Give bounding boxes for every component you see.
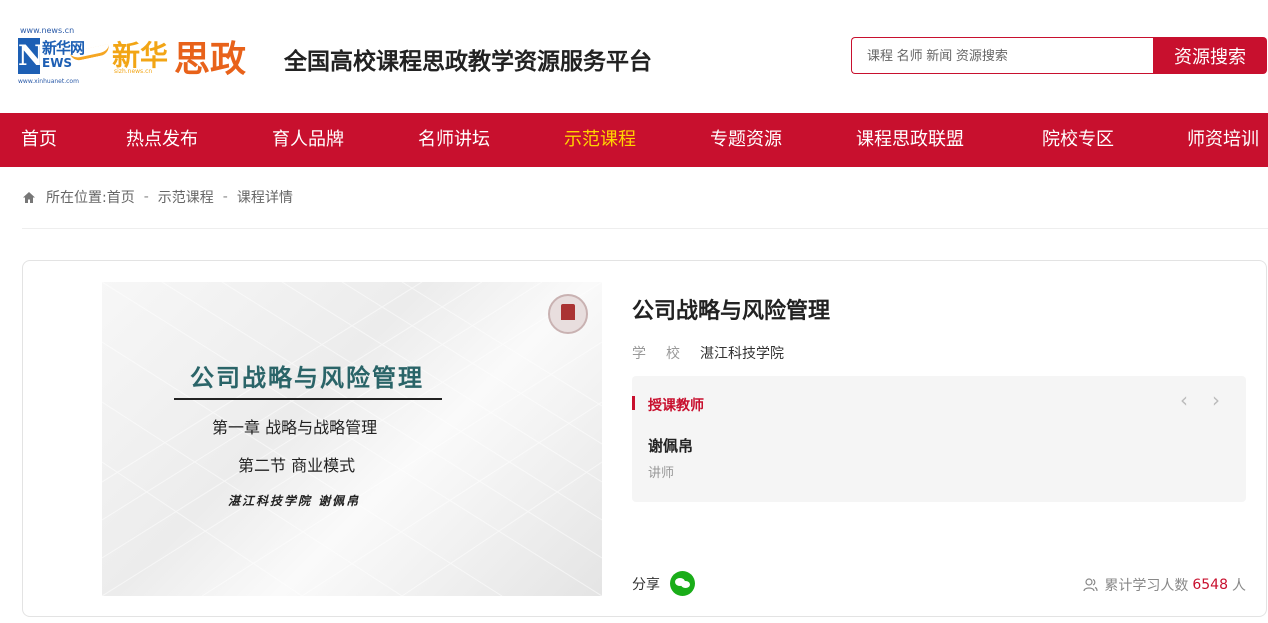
main-nav: 首页 热点发布 育人品牌 名师讲坛 示范课程 专题资源 课程思政联盟 院校专区 … — [0, 113, 1268, 167]
cover-section: 第二节 商业模式 — [238, 456, 356, 475]
logo-url-top: www.news.cn — [20, 26, 75, 35]
school-value: 湛江科技学院 — [700, 346, 784, 362]
search-bar: 资源搜索 — [851, 37, 1267, 74]
nav-item-alliance[interactable]: 课程思政联盟 — [856, 113, 964, 167]
breadcrumb: 所在位置: 首页 - 示范课程 - 课程详情 — [22, 187, 293, 207]
search-button[interactable]: 资源搜索 — [1153, 37, 1267, 74]
nav-item-college-zone[interactable]: 院校专区 — [1042, 113, 1114, 167]
logo-small-url: sizh.news.cn — [114, 68, 153, 75]
breadcrumb-course-detail: 课程详情 — [236, 190, 293, 206]
logo-n-letter: N — [18, 38, 44, 74]
learner-count: 累计学习人数 6548 人 — [1083, 575, 1246, 595]
wechat-icon[interactable] — [670, 571, 695, 596]
cover-chapter: 第一章 战略与战略管理 — [212, 418, 378, 437]
logo-sizheng-text: 思政 — [174, 38, 247, 80]
learner-number: 6548 — [1192, 577, 1228, 593]
site-header: www.news.cn N 新华网 EWS www.xinhuanet.com … — [0, 0, 1268, 113]
cover-rule — [174, 398, 442, 400]
teacher-role: 讲师 — [648, 466, 675, 481]
nav-item-famous-teachers[interactable]: 名师讲坛 — [418, 113, 490, 167]
learner-label: 累计学习人数 — [1104, 578, 1189, 594]
home-icon — [22, 191, 36, 204]
site-title: 全国高校课程思政教学资源服务平台 — [284, 49, 652, 75]
learner-unit: 人 — [1232, 578, 1246, 594]
share-label: 分享 — [632, 576, 660, 593]
university-seal — [548, 294, 588, 334]
divider — [22, 228, 1268, 229]
course-cover-image[interactable]: 公司战略与风险管理 第一章 战略与战略管理 第二节 商业模式 湛江科技学院 谢佩… — [102, 282, 602, 596]
nav-item-teacher-training[interactable]: 师资培训 — [1187, 113, 1259, 167]
user-icon — [1083, 578, 1098, 592]
breadcrumb-separator: - — [143, 189, 149, 205]
nav-item-model-courses[interactable]: 示范课程 — [564, 113, 636, 167]
chevron-left-icon[interactable]: ‹ — [1180, 390, 1188, 410]
cover-author: 湛江科技学院 谢佩帛 — [228, 494, 361, 508]
nav-item-education-brand[interactable]: 育人品牌 — [272, 113, 344, 167]
logo-url-bottom: www.xinhuanet.com — [18, 78, 79, 85]
teacher-name[interactable]: 谢佩帛 — [648, 435, 693, 456]
breadcrumb-model-courses[interactable]: 示范课程 — [158, 187, 214, 207]
school-label: 学校 — [632, 346, 700, 362]
breadcrumb-separator: - — [222, 189, 228, 205]
search-input[interactable] — [851, 37, 1153, 74]
chevron-right-icon[interactable]: › — [1212, 390, 1220, 410]
teacher-panel: 授课教师 ‹ › 谢佩帛 讲师 — [632, 376, 1246, 502]
breadcrumb-home[interactable]: 首页 — [107, 187, 135, 207]
cover-pattern — [102, 282, 602, 596]
nav-item-topic-resources[interactable]: 专题资源 — [710, 113, 782, 167]
course-title: 公司战略与风险管理 — [632, 299, 831, 324]
share-row: 分享 — [632, 571, 695, 596]
breadcrumb-prefix: 所在位置: — [46, 190, 107, 206]
school-row: 学校湛江科技学院 — [632, 343, 784, 363]
teacher-heading: 授课教师 — [648, 398, 704, 414]
logo-ews: EWS — [42, 56, 73, 70]
nav-item-hot-news[interactable]: 热点发布 — [126, 113, 198, 167]
nav-item-home[interactable]: 首页 — [21, 113, 57, 167]
cover-title: 公司战略与风险管理 — [190, 364, 424, 392]
teacher-heading-marker — [632, 396, 635, 410]
